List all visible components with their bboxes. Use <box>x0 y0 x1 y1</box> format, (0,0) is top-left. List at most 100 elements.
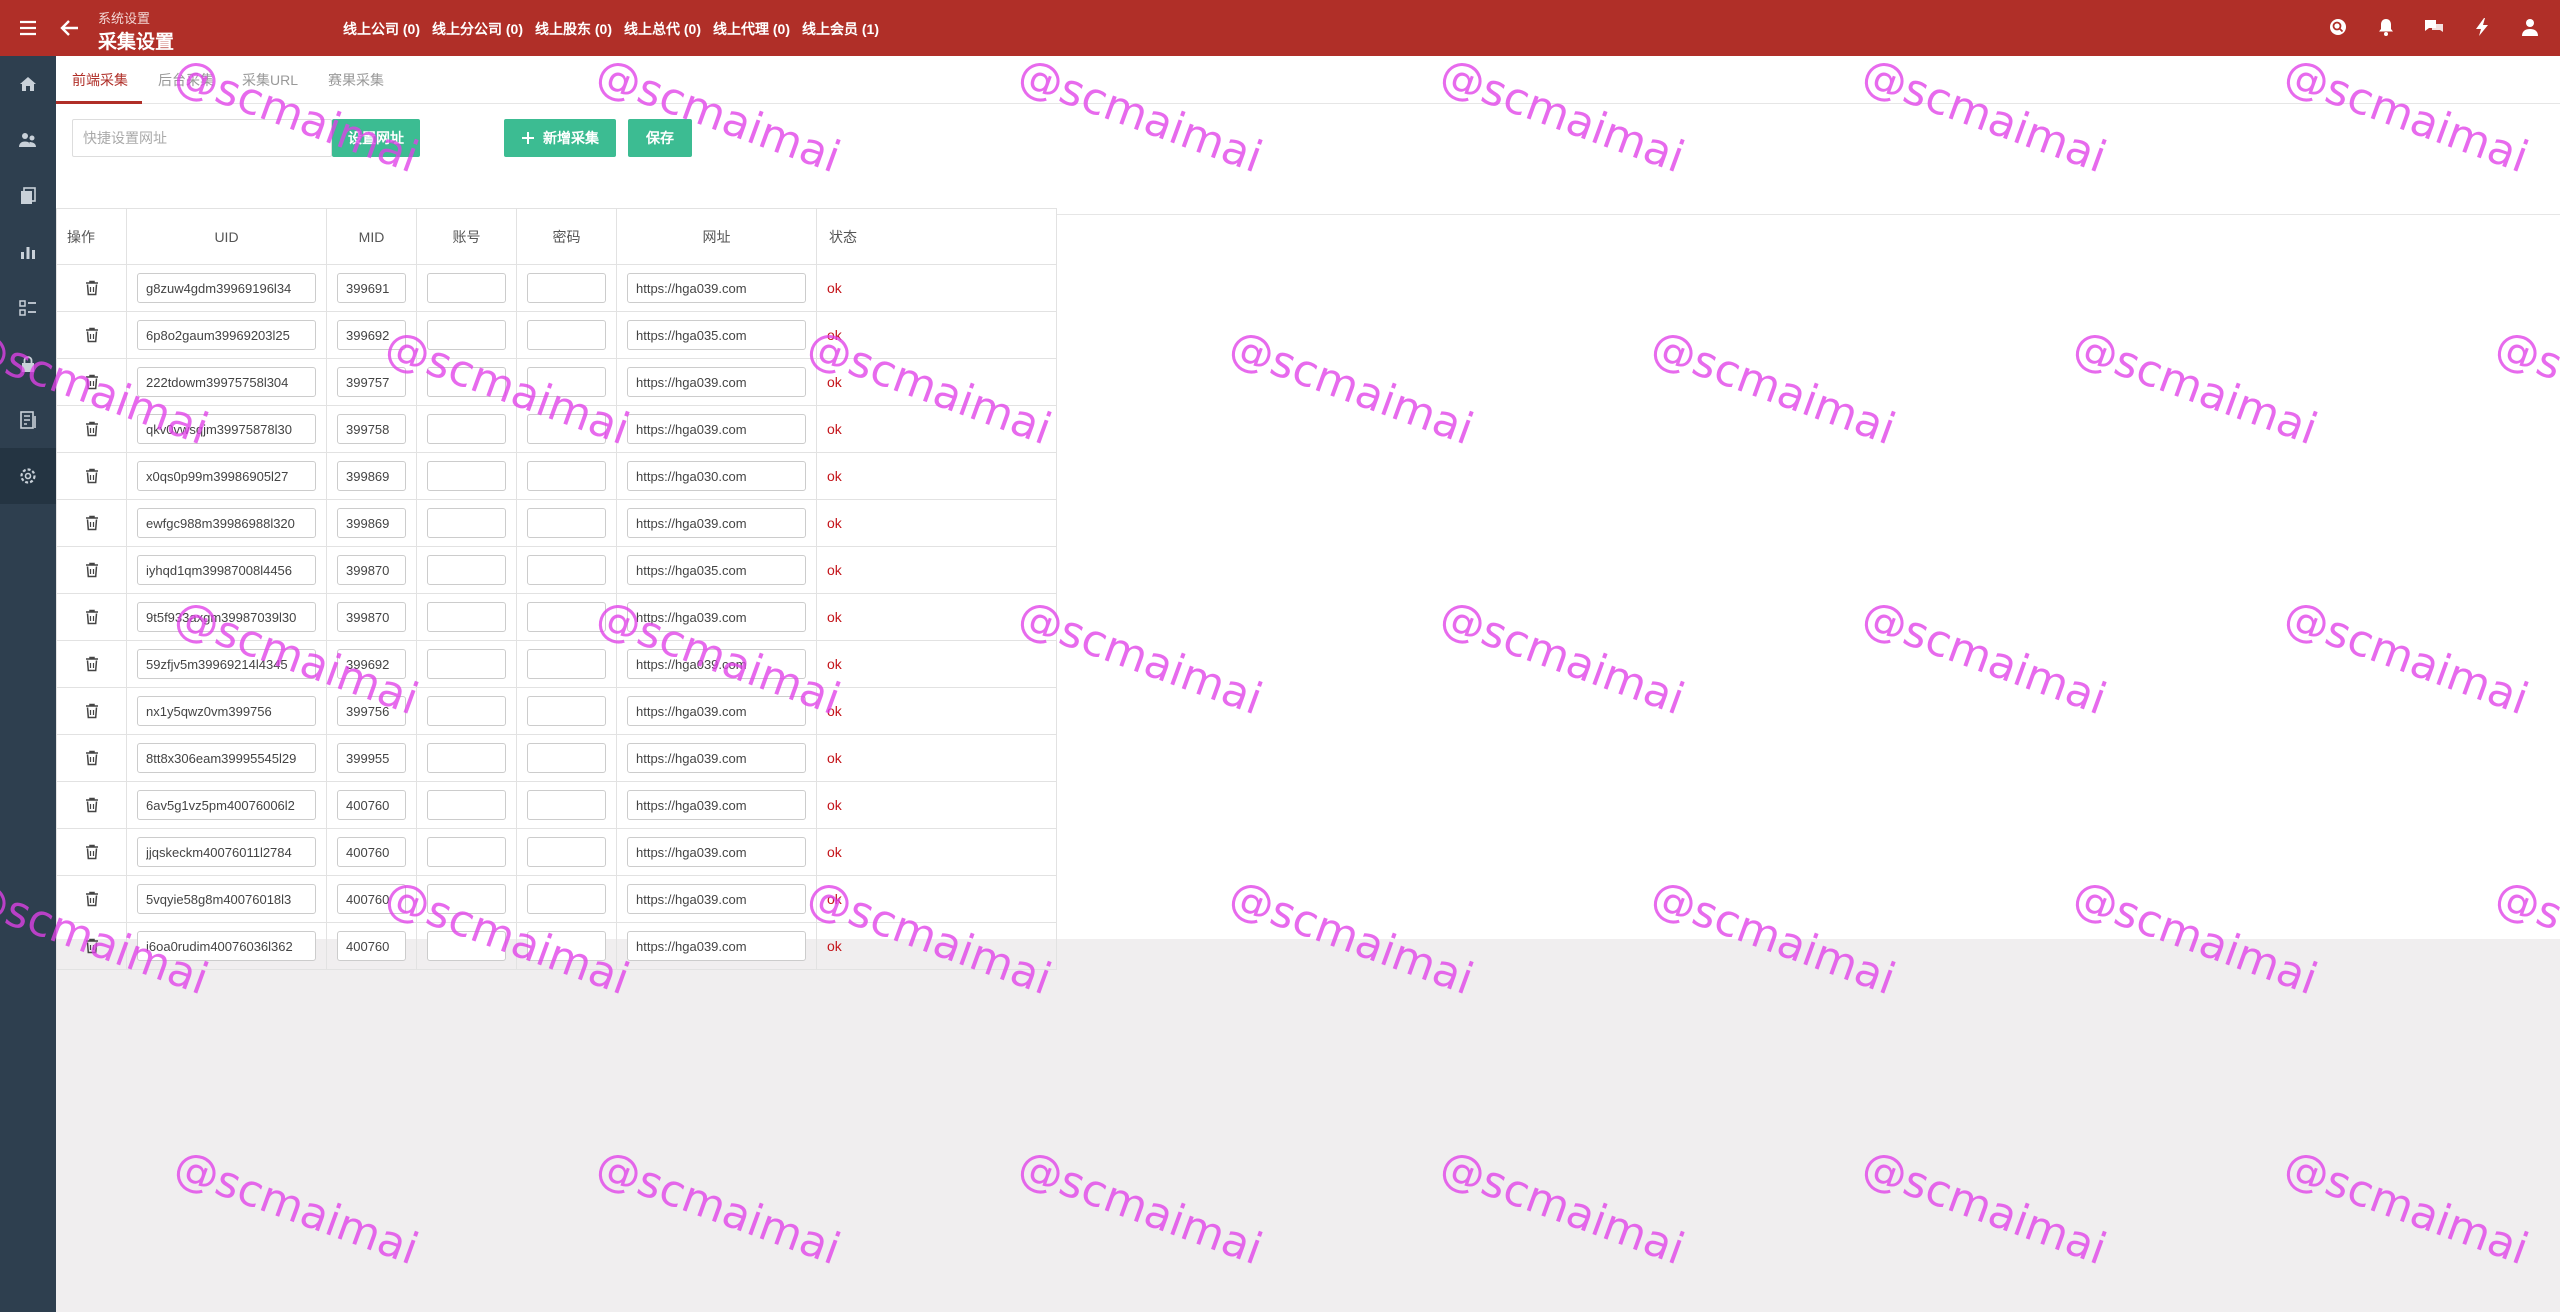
bolt-icon[interactable] <box>2470 15 2494 39</box>
trash-icon[interactable] <box>82 842 102 862</box>
uid-input[interactable] <box>137 790 316 820</box>
sidebar-item-reports[interactable] <box>0 224 56 280</box>
mid-input[interactable] <box>337 743 406 773</box>
tab-collect-url[interactable]: 采集URL <box>242 70 298 90</box>
password-input[interactable] <box>527 508 606 538</box>
account-input[interactable] <box>427 649 506 679</box>
account-input[interactable] <box>427 414 506 444</box>
password-input[interactable] <box>527 837 606 867</box>
tab-results-collect[interactable]: 赛果采集 <box>328 70 384 90</box>
mid-input[interactable] <box>337 461 406 491</box>
user-icon[interactable] <box>2518 15 2542 39</box>
mid-input[interactable] <box>337 790 406 820</box>
uid-input[interactable] <box>137 414 316 444</box>
url-input[interactable] <box>627 696 806 726</box>
uid-input[interactable] <box>137 461 316 491</box>
trash-icon[interactable] <box>82 936 102 956</box>
trash-icon[interactable] <box>82 560 102 580</box>
account-input[interactable] <box>427 602 506 632</box>
chat-icon[interactable] <box>2422 15 2446 39</box>
mid-input[interactable] <box>337 931 406 961</box>
sidebar-item-home[interactable] <box>0 56 56 112</box>
trash-icon[interactable] <box>82 466 102 486</box>
url-input[interactable] <box>627 884 806 914</box>
url-input[interactable] <box>627 649 806 679</box>
trash-icon[interactable] <box>82 513 102 533</box>
back-arrow-icon[interactable] <box>58 16 82 40</box>
account-input[interactable] <box>427 461 506 491</box>
count-company[interactable]: 线上公司 (0) <box>343 19 420 39</box>
set-url-button[interactable]: 设置网址 <box>332 119 420 157</box>
password-input[interactable] <box>527 461 606 491</box>
account-input[interactable] <box>427 931 506 961</box>
url-input[interactable] <box>627 555 806 585</box>
password-input[interactable] <box>527 320 606 350</box>
uid-input[interactable] <box>137 884 316 914</box>
trash-icon[interactable] <box>82 419 102 439</box>
account-input[interactable] <box>427 320 506 350</box>
url-input[interactable] <box>627 508 806 538</box>
password-input[interactable] <box>527 555 606 585</box>
tab-frontend-collect[interactable]: 前端采集 <box>72 70 128 90</box>
mid-input[interactable] <box>337 649 406 679</box>
trash-icon[interactable] <box>82 748 102 768</box>
password-input[interactable] <box>527 414 606 444</box>
count-shareholder[interactable]: 线上股东 (0) <box>535 19 612 39</box>
uid-input[interactable] <box>137 273 316 303</box>
trash-icon[interactable] <box>82 372 102 392</box>
count-agent[interactable]: 线上代理 (0) <box>713 19 790 39</box>
password-input[interactable] <box>527 790 606 820</box>
password-input[interactable] <box>527 884 606 914</box>
trash-icon[interactable] <box>82 278 102 298</box>
account-input[interactable] <box>427 508 506 538</box>
mid-input[interactable] <box>337 884 406 914</box>
sidebar-item-list[interactable] <box>0 280 56 336</box>
password-input[interactable] <box>527 743 606 773</box>
url-input[interactable] <box>627 931 806 961</box>
account-input[interactable] <box>427 273 506 303</box>
trash-icon[interactable] <box>82 889 102 909</box>
password-input[interactable] <box>527 367 606 397</box>
account-input[interactable] <box>427 696 506 726</box>
sidebar-item-users[interactable] <box>0 112 56 168</box>
sidebar-item-settings[interactable] <box>0 448 56 504</box>
password-input[interactable] <box>527 931 606 961</box>
sidebar-item-copy[interactable] <box>0 168 56 224</box>
sidebar-item-security[interactable] <box>0 336 56 392</box>
save-button[interactable]: 保存 <box>628 119 692 157</box>
password-input[interactable] <box>527 273 606 303</box>
url-input[interactable] <box>627 414 806 444</box>
url-input[interactable] <box>627 320 806 350</box>
url-input[interactable] <box>627 790 806 820</box>
uid-input[interactable] <box>137 367 316 397</box>
search-icon[interactable] <box>2326 15 2350 39</box>
url-input[interactable] <box>627 367 806 397</box>
sidebar-item-logs[interactable] <box>0 392 56 448</box>
mid-input[interactable] <box>337 414 406 444</box>
uid-input[interactable] <box>137 649 316 679</box>
trash-icon[interactable] <box>82 795 102 815</box>
mid-input[interactable] <box>337 696 406 726</box>
count-general-agent[interactable]: 线上总代 (0) <box>624 19 701 39</box>
mid-input[interactable] <box>337 367 406 397</box>
uid-input[interactable] <box>137 555 316 585</box>
url-input[interactable] <box>627 837 806 867</box>
uid-input[interactable] <box>137 602 316 632</box>
trash-icon[interactable] <box>82 654 102 674</box>
trash-icon[interactable] <box>82 607 102 627</box>
url-input[interactable] <box>627 743 806 773</box>
trash-icon[interactable] <box>82 325 102 345</box>
account-input[interactable] <box>427 837 506 867</box>
quick-url-input[interactable] <box>72 119 332 157</box>
uid-input[interactable] <box>137 320 316 350</box>
account-input[interactable] <box>427 884 506 914</box>
account-input[interactable] <box>427 367 506 397</box>
uid-input[interactable] <box>137 931 316 961</box>
mid-input[interactable] <box>337 273 406 303</box>
account-input[interactable] <box>427 743 506 773</box>
tab-backend-collect[interactable]: 后台采集 <box>158 70 214 90</box>
url-input[interactable] <box>627 273 806 303</box>
menu-icon[interactable] <box>16 16 40 40</box>
uid-input[interactable] <box>137 837 316 867</box>
add-collect-button[interactable]: 新增采集 <box>504 119 616 157</box>
